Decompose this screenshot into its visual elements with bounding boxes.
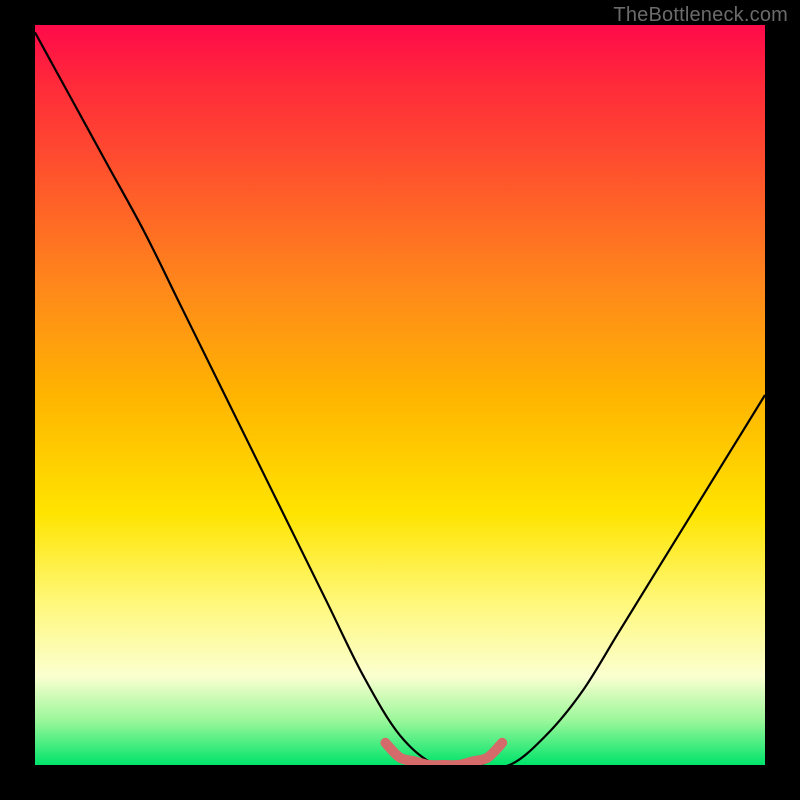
- bottleneck-curve: [35, 32, 765, 765]
- chart-frame: TheBottleneck.com: [0, 0, 800, 800]
- watermark-text: TheBottleneck.com: [613, 4, 788, 27]
- chart-plot-area: [35, 25, 765, 765]
- chart-svg: [35, 25, 765, 765]
- optimal-range-accent: [385, 743, 502, 765]
